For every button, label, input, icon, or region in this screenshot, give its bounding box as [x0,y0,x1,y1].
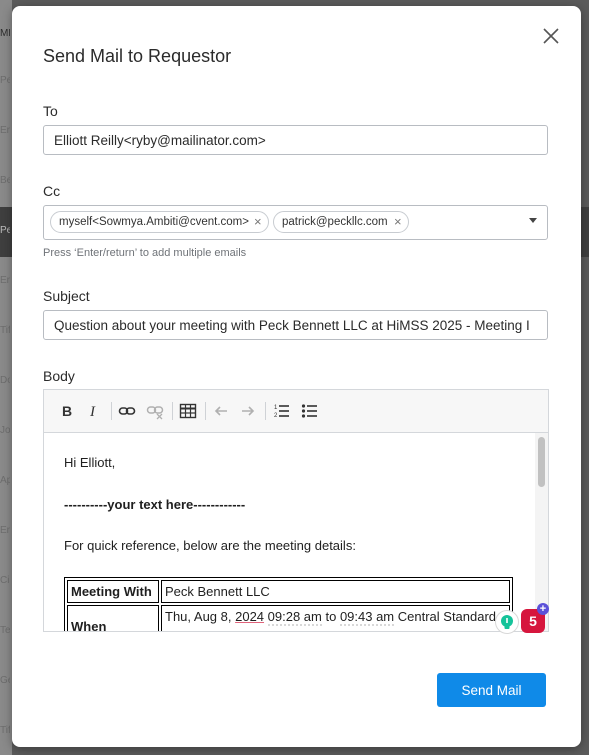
to-label: To [43,103,58,119]
when-end: 09:43 am [339,609,395,626]
redo-icon[interactable] [238,401,258,421]
background-text: Eric [0,275,10,286]
subject-field[interactable]: Question about your meeting with Peck Be… [43,310,548,340]
subject-label: Subject [43,288,90,304]
grammarly-plus-icon[interactable]: + [537,603,549,615]
toolbar-divider [172,402,173,420]
table-cell-key: Meeting With [67,580,159,603]
cc-chip: patrick@peckllc.com × [273,211,409,233]
editor-content[interactable]: Hi Elliott, ----------your text here----… [44,433,534,631]
background-text: Bea [0,175,10,186]
when-text: Thu, Aug 8, [165,609,236,624]
table-icon[interactable] [178,401,198,421]
background-text: Do [0,375,10,386]
unlink-icon[interactable] [145,401,165,421]
toolbar-divider [205,402,206,420]
send-mail-button[interactable]: Send Mail [437,673,546,707]
cc-field[interactable]: myself<Sowmya.Ambiti@cvent.com> × patric… [43,205,548,240]
to-value: Elliott Reilly<ryby@mailinator.com> [54,133,266,148]
background-text: Ge [0,675,10,686]
background-text: Jos [0,425,10,436]
svg-text:1: 1 [274,405,278,411]
meeting-details-table: Meeting With Peck Bennett LLC When Thu, … [64,577,513,631]
background-text: Ap [0,475,10,486]
link-icon[interactable] [117,401,137,421]
cc-chip-label: myself<Sowmya.Ambiti@cvent.com> [59,216,249,228]
table-row: Meeting With Peck Bennett LLC [67,580,510,603]
toolbar-divider [265,402,266,420]
when-start: 09:28 am [267,609,322,626]
table-cell-key: When [67,605,159,631]
body-label: Body [43,368,75,384]
numbered-list-icon[interactable]: 12 [272,401,292,421]
editor-toolbar: B I 12 [44,390,548,433]
scrollbar-thumb[interactable] [538,437,545,487]
when-text: Central Standard [394,609,497,624]
remove-chip-icon[interactable]: × [254,214,262,229]
cc-chip: myself<Sowmya.Ambiti@cvent.com> × [50,211,269,233]
table-row: When Thu, Aug 8, 2024 09:28 am to 09:43 … [67,605,510,631]
cc-hint: Press ‘Enter/return’ to add multiple ema… [43,247,247,259]
background-text: Eric [0,125,10,136]
background-text: Tiff [0,725,10,736]
table-cell-value: Peck Bennett LLC [161,580,510,603]
background-text: Cis [0,575,10,586]
svg-text:B: B [62,403,72,419]
when-year: 2024 [235,609,265,624]
remove-chip-icon[interactable]: × [394,214,402,229]
undo-icon[interactable] [211,401,231,421]
background-text: Tiff [0,325,10,336]
svg-text:2: 2 [274,413,278,419]
subject-value: Question about your meeting with Peck Be… [54,318,530,333]
close-icon[interactable] [541,26,561,46]
when-text: to [321,609,340,624]
chevron-down-icon[interactable] [529,218,537,223]
send-mail-modal: Send Mail to Requestor To Elliott Reilly… [12,6,581,747]
cc-chip-label: patrick@peckllc.com [282,216,388,228]
to-field[interactable]: Elliott Reilly<ryby@mailinator.com> [43,125,548,155]
toolbar-divider [111,402,112,420]
table-cell-value: Thu, Aug 8, 2024 09:28 am to 09:43 am Ce… [161,605,510,631]
editor-scrollbar[interactable] [535,433,548,631]
cc-label: Cc [43,183,61,199]
reference-text: For quick reference, below are the meeti… [64,538,356,553]
greeting-text: Hi Elliott, [64,455,116,470]
italic-icon[interactable]: I [84,401,104,421]
bold-icon[interactable]: B [57,401,77,421]
body-editor: B I 12 Hi Elliott, ----------your text h… [43,389,549,632]
background-text: ME [0,28,10,39]
background-text: Tes [0,625,10,636]
bulleted-list-icon[interactable] [300,401,320,421]
background-text: Pet [0,75,10,86]
background-text: Pec [0,225,10,236]
grammarly-bulb-icon[interactable] [495,610,519,634]
modal-title: Send Mail to Requestor [43,46,232,66]
svg-text:I: I [89,404,96,420]
background-text: Eric [0,525,10,536]
placeholder-text: ----------your text here------------ [64,497,246,512]
